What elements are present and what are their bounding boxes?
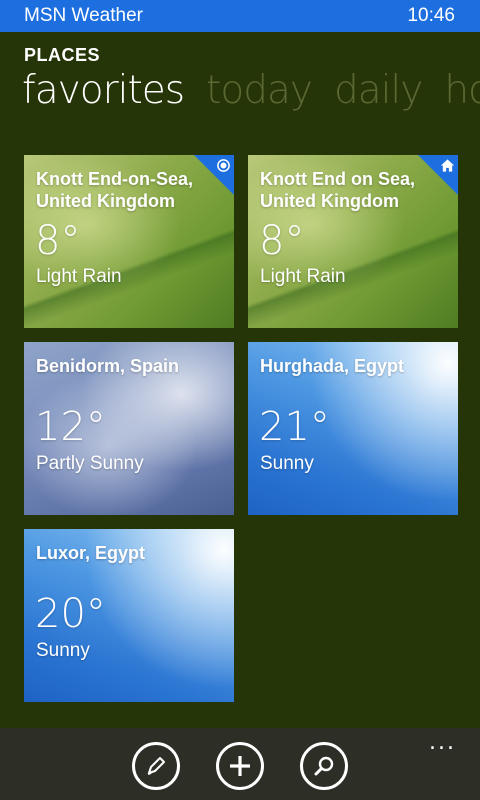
search-icon (314, 756, 334, 776)
search-button[interactable] (300, 742, 348, 790)
tile-condition: Light Rain (260, 266, 346, 287)
tile-temperature: 8° (35, 218, 81, 264)
tab-favorites[interactable]: favorites (22, 68, 185, 113)
app-name: MSN Weather (24, 5, 143, 26)
weather-tile[interactable]: Knott End on Sea, United Kingdom 8° Ligh… (248, 155, 458, 328)
tile-city: Knott End-on-Sea, United Kingdom (36, 169, 193, 211)
more-menu-button[interactable]: ... (429, 732, 456, 754)
edit-button[interactable] (132, 742, 180, 790)
add-icon (230, 756, 250, 776)
status-bar: MSN Weather 10:46 (0, 0, 480, 32)
tile-city: Hurghada, Egypt (260, 356, 405, 376)
tab-daily[interactable]: daily (334, 68, 423, 113)
tab-today[interactable]: today (206, 68, 313, 113)
tile-temperature: 8° (259, 218, 305, 264)
tile-temperature: 21° (259, 404, 330, 450)
weather-tile[interactable]: Luxor, Egypt 20° Sunny (24, 529, 234, 702)
weather-tile[interactable]: Benidorm, Spain 12° Partly Sunny (24, 342, 234, 515)
tile-condition: Sunny (36, 640, 90, 661)
clock: 10:46 (407, 5, 455, 26)
add-button[interactable] (216, 742, 264, 790)
app-bar: ... (0, 728, 480, 800)
tile-temperature: 12° (35, 404, 106, 450)
tile-condition: Partly Sunny (36, 453, 144, 474)
tab-hour[interactable]: hour (444, 68, 480, 113)
tile-temperature: 20° (35, 591, 106, 637)
tile-condition: Sunny (260, 453, 314, 474)
tile-city: Luxor, Egypt (36, 543, 146, 563)
pivot-headers: favorites today daily hour (22, 68, 480, 128)
tile-city: Benidorm, Spain (36, 356, 180, 376)
weather-tile[interactable]: Knott End-on-Sea, United Kingdom 8° Ligh… (24, 155, 234, 328)
edit-icon (147, 757, 165, 775)
weather-tile[interactable]: Hurghada, Egypt 21° Sunny (248, 342, 458, 515)
tile-city: Knott End on Sea, United Kingdom (260, 169, 415, 211)
pivot-title: PLACES (24, 45, 101, 65)
tile-condition: Light Rain (36, 266, 122, 287)
